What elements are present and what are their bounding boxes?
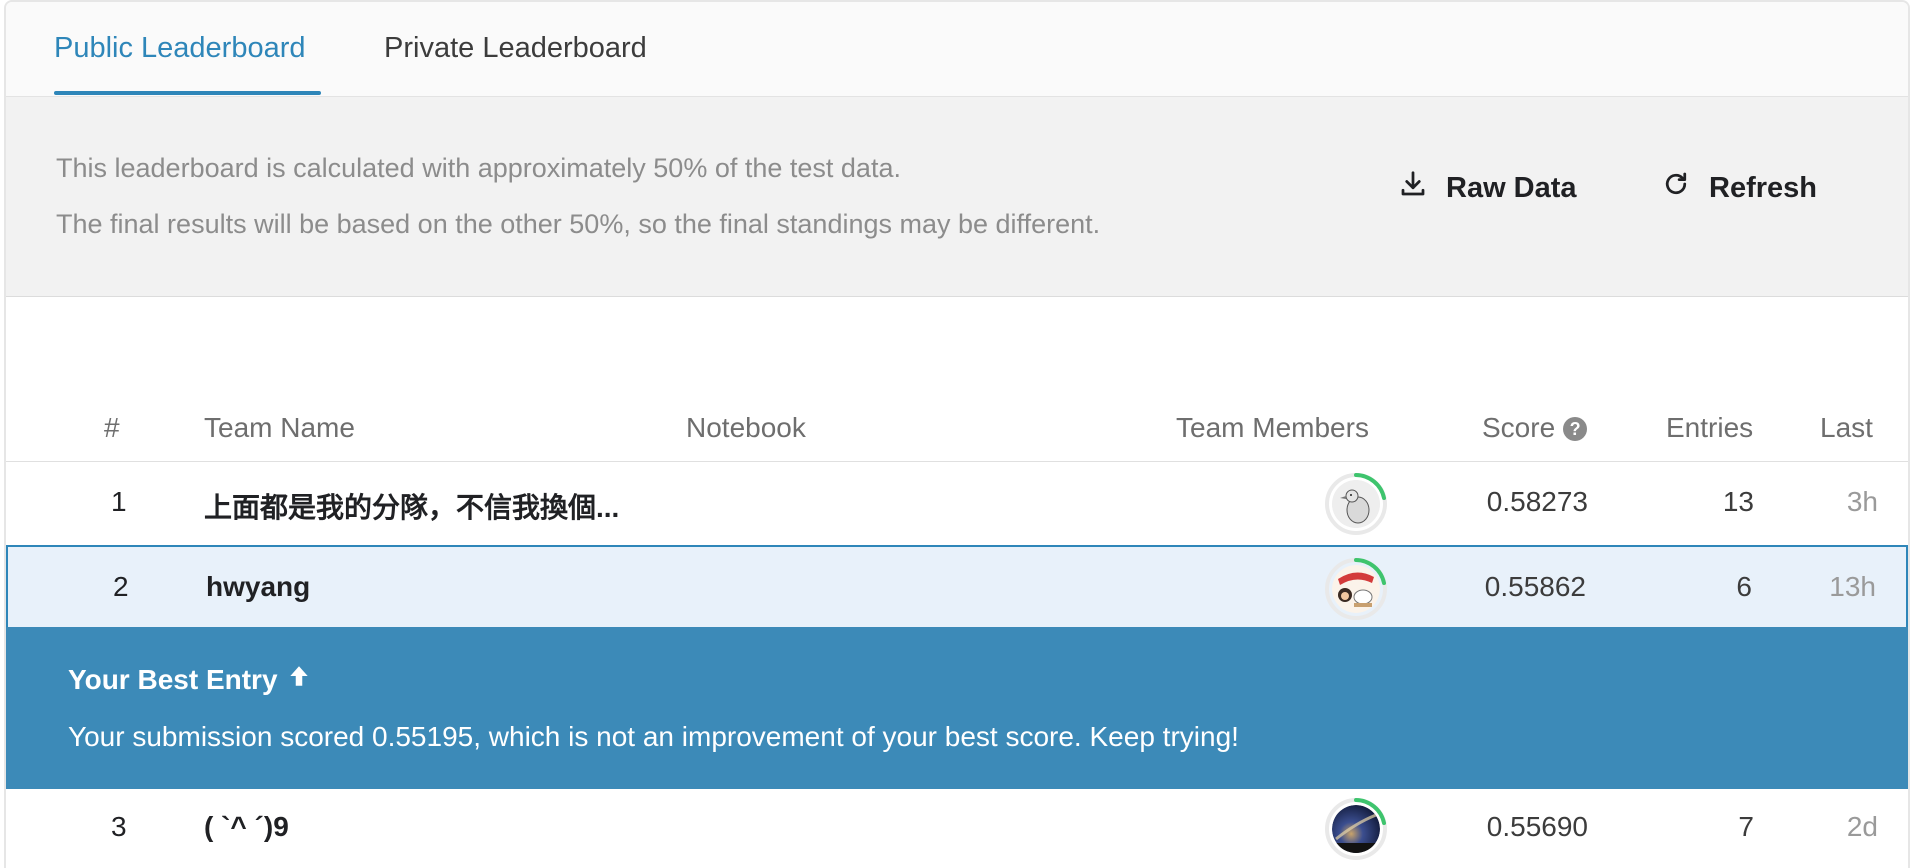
tab-private-leaderboard[interactable]: Private Leaderboard bbox=[384, 32, 647, 65]
header-entries: Entries bbox=[1666, 412, 1754, 443]
refresh-button[interactable]: Refresh bbox=[1661, 169, 1817, 207]
header-notebook: Notebook bbox=[686, 412, 806, 443]
row-rank: 3 bbox=[111, 811, 127, 842]
row-team-name[interactable]: hwyang bbox=[206, 571, 310, 603]
team-member-avatar[interactable] bbox=[1324, 797, 1388, 861]
row-score: 0.55862 bbox=[1484, 571, 1586, 602]
refresh-label: Refresh bbox=[1709, 171, 1817, 204]
header-team-name: Team Name bbox=[204, 412, 355, 443]
leaderboard-notice: This leaderboard is calculated with appr… bbox=[6, 97, 1908, 297]
row-score: 0.55690 bbox=[1486, 811, 1588, 842]
header-score-label: Score bbox=[1482, 412, 1556, 443]
arrow-up-icon bbox=[286, 663, 312, 696]
leaderboard-panel: Public Leaderboard Private Leaderboard T… bbox=[4, 0, 1910, 868]
active-tab-indicator bbox=[54, 91, 321, 95]
notice-line-2: The final results will be based on the o… bbox=[56, 209, 1101, 239]
help-icon[interactable]: ? bbox=[1563, 417, 1588, 441]
row-entries: 13 bbox=[1722, 486, 1754, 517]
table-header: # Team Name Notebook Team Members Score?… bbox=[6, 392, 1908, 462]
tab-public-leaderboard[interactable]: Public Leaderboard bbox=[54, 32, 306, 65]
header-last: Last bbox=[1820, 412, 1873, 443]
team-member-avatar[interactable] bbox=[1324, 472, 1388, 536]
row-rank: 1 bbox=[111, 486, 127, 517]
tab-bar: Public Leaderboard Private Leaderboard bbox=[6, 2, 1908, 97]
table-row[interactable]: 1 上面都是我的分隊，不信我換個... 0.58273 13 3h bbox=[6, 462, 1908, 546]
row-last: 3h bbox=[1846, 486, 1878, 517]
row-score: 0.58273 bbox=[1486, 486, 1588, 517]
header-team-members: Team Members bbox=[1176, 412, 1369, 443]
best-entry-banner: Your Best Entry Your submission scored 0… bbox=[6, 627, 1908, 789]
header-rank: # bbox=[104, 412, 120, 443]
notice-line-1: This leaderboard is calculated with appr… bbox=[56, 153, 901, 183]
download-icon bbox=[1398, 169, 1428, 207]
row-last: 13h bbox=[1829, 571, 1876, 602]
refresh-icon bbox=[1661, 169, 1691, 207]
cartoon-avatar-icon bbox=[1332, 565, 1380, 613]
row-team-name[interactable]: 上面都是我的分隊，不信我換個... bbox=[204, 486, 619, 526]
team-member-avatar[interactable] bbox=[1324, 557, 1388, 621]
row-entries: 7 bbox=[1738, 811, 1754, 842]
header-score: Score? bbox=[1482, 412, 1588, 444]
goose-avatar-icon bbox=[1332, 480, 1380, 528]
best-entry-message: Your submission scored 0.55195, which is… bbox=[68, 721, 1239, 752]
galaxy-avatar-icon bbox=[1332, 805, 1380, 853]
raw-data-button[interactable]: Raw Data bbox=[1398, 169, 1577, 207]
best-entry-title: Your Best Entry bbox=[68, 663, 312, 696]
row-rank: 2 bbox=[113, 571, 129, 602]
table-row[interactable]: 3 ( `^ ´)9 0.55690 7 2d bbox=[6, 787, 1908, 868]
row-entries: 6 bbox=[1736, 571, 1752, 602]
raw-data-label: Raw Data bbox=[1446, 171, 1577, 204]
row-team-name[interactable]: ( `^ ´)9 bbox=[204, 811, 289, 843]
row-last: 2d bbox=[1846, 811, 1878, 842]
best-entry-title-text: Your Best Entry bbox=[68, 663, 278, 695]
table-row-current-user[interactable]: 2 hwyang 0.55862 6 13h bbox=[6, 545, 1908, 629]
